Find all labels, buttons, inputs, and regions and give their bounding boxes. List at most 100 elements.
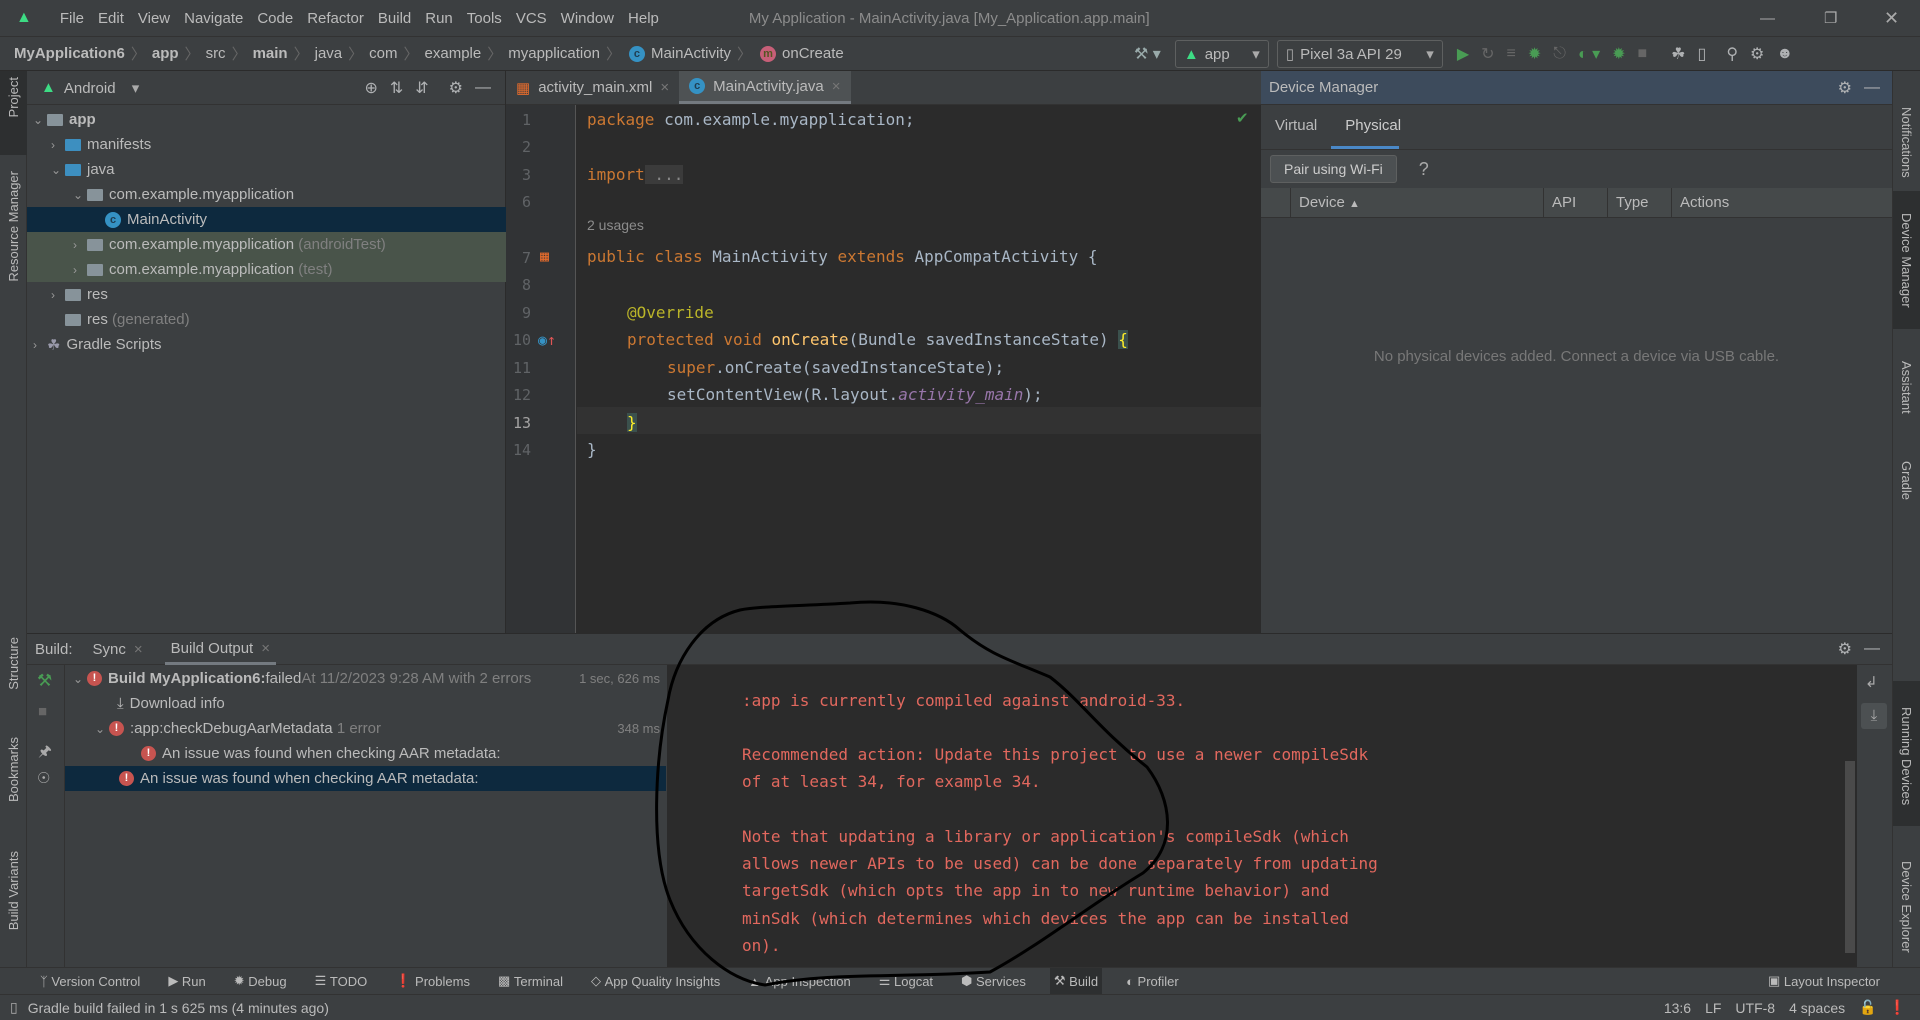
breadcrumb-example[interactable]: example xyxy=(425,45,482,62)
eye-icon[interactable]: ☉ xyxy=(37,769,50,787)
breadcrumb-com[interactable]: com xyxy=(369,45,397,62)
tab-sync[interactable]: Sync × xyxy=(93,641,143,658)
build-tree-root[interactable]: ⌄! Build MyApplication6: failed At 11/2/2… xyxy=(65,666,666,691)
breadcrumb-src[interactable]: src xyxy=(206,45,226,62)
debug-icon[interactable]: ✹ xyxy=(1528,44,1541,64)
menu-vcs[interactable]: VCS xyxy=(516,10,547,27)
file-encoding[interactable]: UTF-8 xyxy=(1735,1000,1775,1016)
gear-icon[interactable]: ⚙ xyxy=(449,78,463,98)
toolwindow-problems[interactable]: ❗ Problems xyxy=(391,968,474,995)
breadcrumb-app[interactable]: app xyxy=(152,45,179,62)
tree-item-res[interactable]: › res xyxy=(27,282,506,307)
run-icon[interactable]: ▶ xyxy=(1457,44,1469,64)
hide-icon[interactable]: — xyxy=(1864,79,1880,97)
assistant-stripe-button[interactable]: Assistant xyxy=(1899,361,1914,414)
account-icon[interactable]: ☻ xyxy=(1776,45,1793,63)
pair-using-wifi-button[interactable]: Pair using Wi-Fi xyxy=(1270,155,1397,183)
run-config-select[interactable]: ▲ app ▾ xyxy=(1174,40,1269,68)
menu-run[interactable]: Run xyxy=(425,10,453,27)
tab-mainactivity-java[interactable]: c MainActivity.java × xyxy=(679,71,851,104)
tree-item-package[interactable]: ⌄ com.example.myapplication xyxy=(27,182,506,207)
build-tree-issue[interactable]: ! An issue was found when checking AAR me… xyxy=(65,741,666,766)
apply-changes-icon[interactable]: ↻ xyxy=(1481,44,1494,64)
device-manager-icon[interactable]: ▯ xyxy=(1698,44,1707,64)
expand-all-icon[interactable]: ⇅ xyxy=(390,78,403,98)
tree-item-res-generated[interactable]: res (generated) xyxy=(27,307,506,332)
toolwindow-layout-inspector[interactable]: ▣ Layout Inspector xyxy=(1764,968,1884,995)
breadcrumb-project[interactable]: MyApplication6 xyxy=(14,45,125,62)
tree-item-package-test[interactable]: › com.example.myapplication (test) xyxy=(27,257,506,282)
gear-icon[interactable]: ⚙ xyxy=(1750,44,1764,64)
project-view-select[interactable]: Android ▾ xyxy=(64,79,139,97)
gear-icon[interactable]: ⚙ xyxy=(1838,78,1852,98)
status-message[interactable]: Gradle build failed in 1 s 625 ms (4 min… xyxy=(28,1000,329,1016)
close-tab-icon[interactable]: × xyxy=(832,78,841,95)
toolwindow-version-control[interactable]: ᛉ Version Control xyxy=(36,968,144,995)
notifications-icon[interactable]: ❗ xyxy=(1889,999,1906,1016)
toolwindow-logcat[interactable]: ☰ Logcat xyxy=(875,968,937,995)
menu-edit[interactable]: Edit xyxy=(98,10,124,27)
menu-file[interactable]: File xyxy=(60,10,84,27)
toolwindow-profiler[interactable]: ◐ Profiler xyxy=(1122,968,1183,995)
indent-setting[interactable]: 4 spaces xyxy=(1789,1000,1845,1016)
resource-manager-stripe-button[interactable]: Resource Manager xyxy=(6,171,21,282)
bookmarks-stripe-button[interactable]: Bookmarks xyxy=(6,737,21,802)
hide-icon[interactable]: — xyxy=(1864,640,1880,658)
toolwindow-terminal[interactable]: ▩ Terminal xyxy=(494,968,567,995)
toolwindow-app-inspection[interactable]: ▲ App Inspection xyxy=(744,968,855,995)
select-opened-file-icon[interactable]: ⊕ xyxy=(364,78,377,98)
structure-stripe-button[interactable]: Structure xyxy=(6,637,21,690)
tree-item-java[interactable]: ⌄ java xyxy=(27,157,506,182)
help-icon[interactable]: ? xyxy=(1419,159,1429,180)
attach-debugger-process-icon[interactable]: ✹ xyxy=(1612,44,1625,64)
gear-icon[interactable]: ⚙ xyxy=(1838,639,1852,659)
stop-icon[interactable]: ■ xyxy=(38,703,47,720)
tree-item-gradle-scripts[interactable]: › ☘ Gradle Scripts xyxy=(27,332,506,357)
tree-item-package-androidtest[interactable]: › com.example.myapplication (androidTest) xyxy=(27,232,506,257)
close-tab-icon[interactable]: × xyxy=(660,79,669,96)
notifications-stripe-button[interactable]: Notifications xyxy=(1899,107,1914,178)
gradle-stripe-button[interactable]: Gradle xyxy=(1899,461,1914,500)
restore-icon[interactable]: ❐ xyxy=(1824,9,1837,27)
device-explorer-stripe-button[interactable]: Device Explorer xyxy=(1899,861,1914,953)
usages-hint[interactable]: 2 usages xyxy=(587,217,644,233)
column-actions[interactable]: Actions xyxy=(1672,194,1729,211)
menu-build[interactable]: Build xyxy=(378,10,411,27)
apply-code-changes-icon[interactable]: ≡ xyxy=(1507,45,1516,63)
toolwindow-build[interactable]: ⚒ Build xyxy=(1049,967,1103,995)
gradle-sync-icon[interactable]: ☘ xyxy=(1671,44,1685,64)
menu-view[interactable]: View xyxy=(138,10,170,27)
menu-window[interactable]: Window xyxy=(561,10,614,27)
breadcrumb-mainactivity[interactable]: MainActivity xyxy=(651,45,731,62)
caret-position[interactable]: 13:6 xyxy=(1664,1000,1691,1016)
close-window-icon[interactable]: ✕ xyxy=(1884,8,1899,29)
menu-help[interactable]: Help xyxy=(628,10,659,27)
project-stripe-button[interactable]: Project xyxy=(0,71,27,155)
search-icon[interactable]: ⚲ xyxy=(1726,44,1738,64)
toolwindow-app-quality-insights[interactable]: ◇ App Quality Insights xyxy=(587,968,724,995)
toolwindow-services[interactable]: ⬢ Services xyxy=(957,968,1030,995)
status-panel-icon[interactable]: ▯ xyxy=(10,999,18,1016)
build-output-console[interactable]: :app is currently compiled against andro… xyxy=(667,665,1857,968)
breadcrumb-oncreate[interactable]: onCreate xyxy=(782,45,844,62)
toolwindow-debug[interactable]: ✹ Debug xyxy=(230,968,291,995)
collapse-all-icon[interactable]: ⇵ xyxy=(415,78,428,98)
tab-activity-main-xml[interactable]: ▦ activity_main.xml × xyxy=(506,71,679,104)
breadcrumb-main[interactable]: main xyxy=(253,45,288,62)
running-devices-stripe-button[interactable]: Running Devices xyxy=(1893,681,1920,826)
tree-item-app[interactable]: ⌄ app xyxy=(27,107,506,132)
soft-wrap-icon[interactable]: ↲ xyxy=(1865,673,1878,691)
line-separator[interactable]: LF xyxy=(1705,1000,1721,1016)
breadcrumb-java[interactable]: java xyxy=(315,45,343,62)
column-api[interactable]: API xyxy=(1544,187,1608,218)
build-variants-stripe-button[interactable]: Build Variants xyxy=(6,851,21,930)
column-type[interactable]: Type xyxy=(1608,187,1672,218)
menu-refactor[interactable]: Refactor xyxy=(307,10,364,27)
menu-tools[interactable]: Tools xyxy=(467,10,502,27)
tab-virtual[interactable]: Virtual xyxy=(1261,105,1331,149)
tree-item-manifests[interactable]: › manifests xyxy=(27,132,506,157)
toolwindow-run[interactable]: ▶ Run xyxy=(164,968,209,995)
attach-debugger-icon[interactable]: ⎋ xyxy=(1553,45,1566,63)
stop-icon[interactable]: ■ xyxy=(1638,45,1648,63)
build-tree-task[interactable]: ⌄!:app:checkDebugAarMetadata 1 error 348 … xyxy=(65,716,666,741)
